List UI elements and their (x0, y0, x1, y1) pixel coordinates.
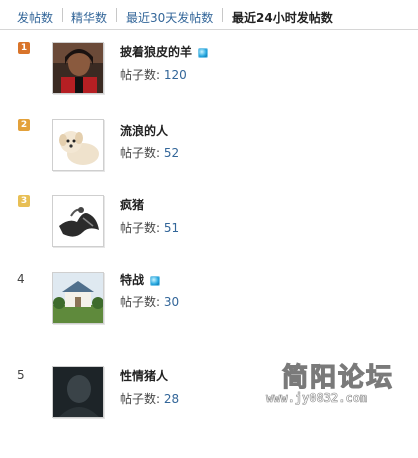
rank-badge: 1 (18, 42, 30, 54)
rank-badge: 3 (18, 195, 30, 207)
watermark-title: 简阳论坛 (282, 362, 394, 393)
post-count-label: 帖子数: (120, 221, 161, 235)
post-count-value: 52 (163, 146, 180, 160)
rank-number: 4 (17, 272, 25, 286)
ranking-row: 4 特战 帖子数: 30 (0, 267, 418, 362)
avatar[interactable] (52, 272, 104, 324)
tab-digest-count[interactable]: 精华数 (71, 9, 107, 26)
person-photo-icon (53, 43, 103, 93)
ink-figure-icon (53, 196, 103, 246)
avatar[interactable] (52, 195, 104, 247)
post-count-label: 帖子数: (120, 68, 161, 82)
post-count: 帖子数: 120 (120, 66, 187, 83)
username[interactable]: 披着狼皮的羊 (120, 43, 209, 60)
post-count-value: 120 (163, 68, 187, 82)
username-text[interactable]: 特战 (120, 273, 144, 287)
post-count-label: 帖子数: (120, 295, 161, 309)
post-count: 帖子数: 30 (120, 293, 179, 310)
post-count-label: 帖子数: (120, 392, 161, 406)
tab-post-count[interactable]: 发帖数 (17, 9, 53, 26)
post-count-label: 帖子数: (120, 146, 161, 160)
post-count-value: 28 (163, 392, 180, 406)
watermark-logo: 简阳论坛 www.jy0832.com (266, 361, 394, 405)
post-count: 帖子数: 52 (120, 144, 179, 161)
online-status-icon (150, 275, 161, 286)
post-count-value: 51 (163, 221, 180, 235)
username[interactable]: 流浪的人 (120, 122, 168, 139)
rank-number: 5 (17, 368, 25, 382)
username-text[interactable]: 流浪的人 (120, 124, 168, 138)
username[interactable]: 疯猪 (120, 196, 144, 213)
username-text[interactable]: 性情猪人 (120, 369, 168, 383)
house-photo-icon (53, 273, 103, 323)
forum-watermark: 简阳论坛 www.jy0832.com (260, 358, 418, 420)
online-status-icon (198, 47, 209, 58)
post-count-value: 30 (163, 295, 180, 309)
rank-badge: 2 (18, 119, 30, 131)
tab-divider (222, 8, 223, 22)
watermark-url: www.jy0832.com (266, 391, 367, 405)
puppy-photo-icon (53, 120, 103, 170)
post-count: 帖子数: 28 (120, 390, 179, 407)
tab-divider (116, 8, 117, 22)
avatar[interactable] (52, 366, 104, 418)
avatar[interactable] (52, 42, 104, 94)
username-text[interactable]: 披着狼皮的羊 (120, 45, 192, 59)
tab-divider (62, 8, 63, 22)
username[interactable]: 特战 (120, 271, 161, 288)
tab-30-day-posts[interactable]: 最近30天发帖数 (126, 9, 213, 26)
username-text[interactable]: 疯猪 (120, 198, 144, 212)
leaderboard-tabs: 发帖数 精华数 最近30天发帖数 最近24小时发帖数 (0, 0, 418, 30)
avatar[interactable] (52, 119, 104, 171)
tab-24-hour-posts[interactable]: 最近24小时发帖数 (232, 9, 333, 26)
dark-portrait-icon (53, 367, 103, 417)
username[interactable]: 性情猪人 (120, 367, 168, 384)
post-count: 帖子数: 51 (120, 219, 179, 236)
